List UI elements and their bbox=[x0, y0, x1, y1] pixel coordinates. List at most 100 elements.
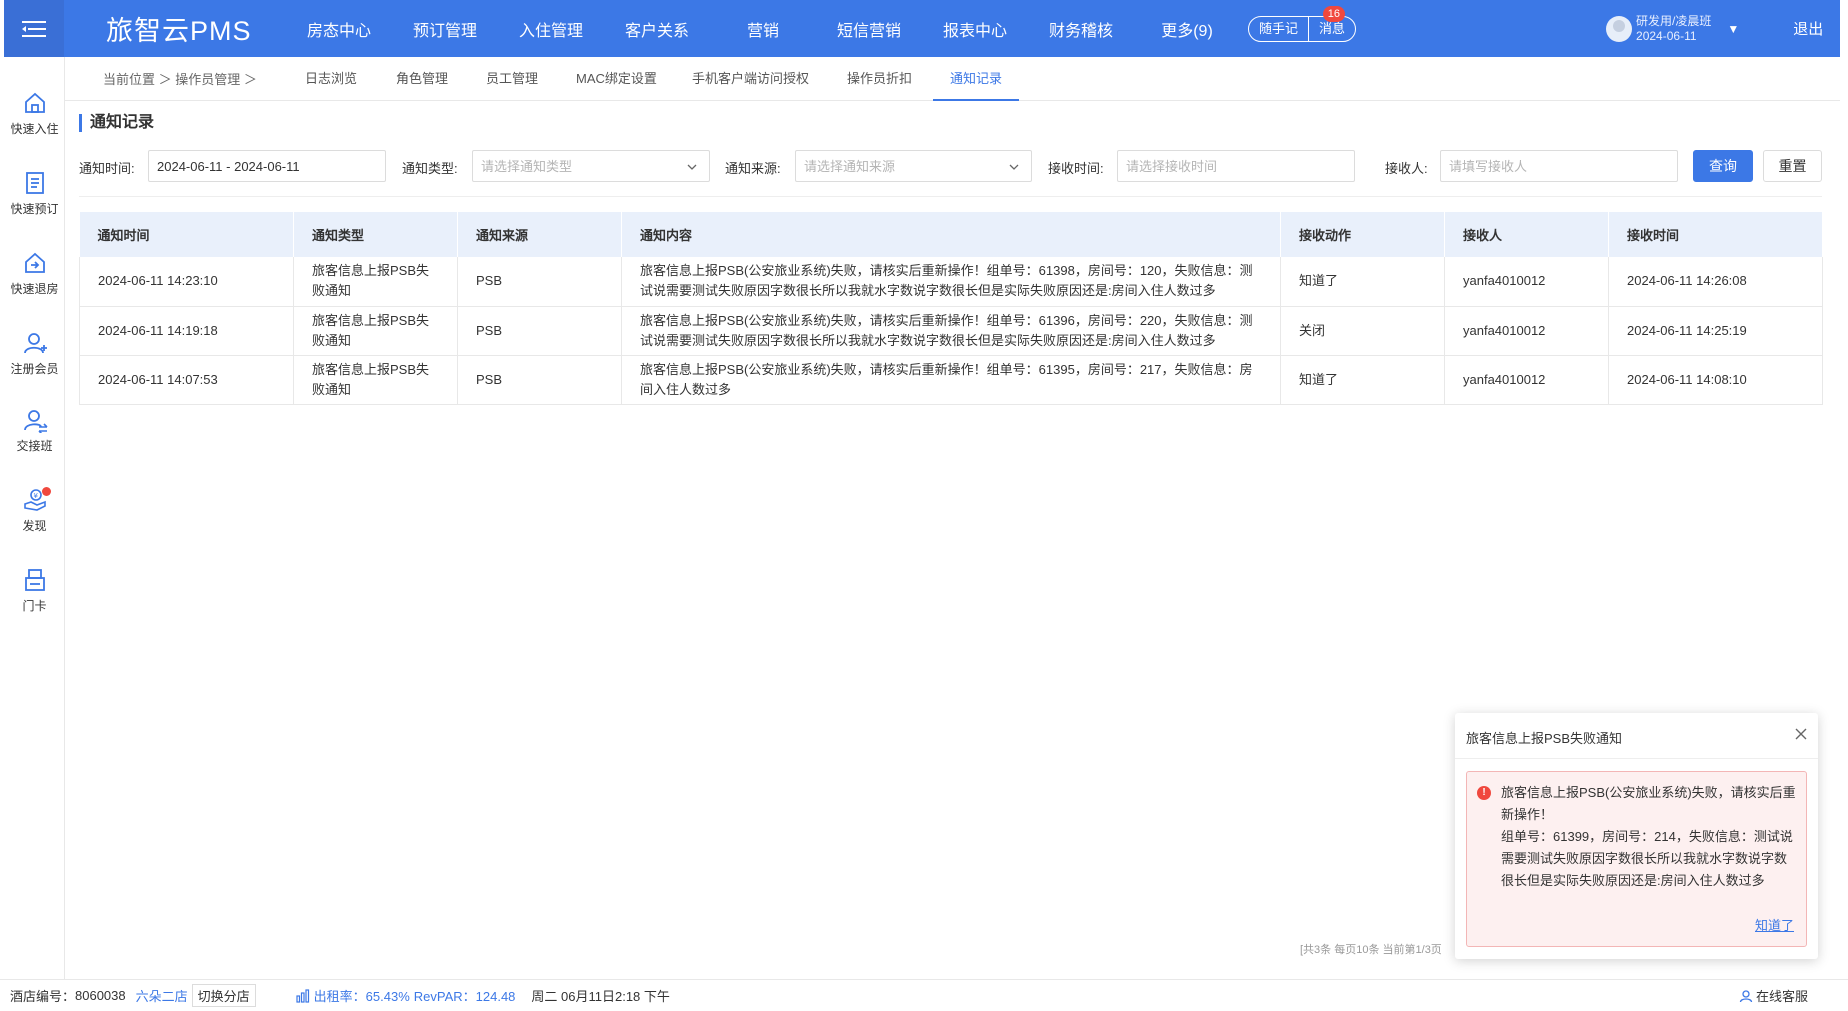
switch-store-button[interactable]: 切换分店 bbox=[191, 984, 256, 1007]
table-header-row: 通知时间 通知类型 通知来源 通知内容 接收动作 接收人 接收时间 bbox=[79, 212, 1823, 257]
chevron-down-icon bbox=[687, 164, 697, 170]
messages-badge: 16 bbox=[1322, 5, 1346, 22]
cell-notify-source: PSB bbox=[457, 257, 622, 307]
cell-notify-time: 2024-06-11 14:19:18 bbox=[79, 306, 294, 356]
sidebar-item-label: 交接班 bbox=[16, 439, 53, 453]
cell-notify-type: 旅客信息上报PSB失败通知 bbox=[293, 257, 458, 307]
nav-sms-marketing[interactable]: 短信营销 bbox=[816, 17, 922, 41]
sidebar-item-label: 注册会员 bbox=[10, 362, 59, 376]
table-row[interactable]: 2024-06-11 14:23:10 旅客信息上报PSB失败通知 PSB 旅客… bbox=[79, 257, 1823, 307]
sidebar-item-shift-handover[interactable]: 交接班 bbox=[4, 407, 65, 454]
tab-log-browse[interactable]: 日志浏览 bbox=[305, 57, 357, 101]
notification-popup: 旅客信息上报PSB失败通知 ! 旅客信息上报PSB(公安旅业系统)失败，请核实后… bbox=[1455, 713, 1818, 959]
user-name: 研发用/凌晨班 bbox=[1636, 13, 1712, 28]
caret-down-icon[interactable]: ▼ bbox=[1727, 22, 1739, 36]
tab-notification-records[interactable]: 通知记录 bbox=[933, 57, 1020, 101]
notify-source-select[interactable] bbox=[795, 150, 1032, 182]
sidebar-item-door-card[interactable]: 门卡 bbox=[4, 567, 65, 614]
cell-notify-content: 旅客信息上报PSB(公安旅业系统)失败，请核实后重新操作！组单号：61398，房… bbox=[640, 263, 1253, 299]
reset-button[interactable]: 重置 bbox=[1763, 150, 1822, 182]
receiver-input[interactable] bbox=[1440, 150, 1678, 182]
cell-receiver: yanfa4010012 bbox=[1444, 355, 1609, 405]
nav-crm[interactable]: 客户关系 bbox=[604, 17, 710, 41]
sidebar-item-discover[interactable]: ¥ 发现 bbox=[4, 487, 65, 534]
sidebar-item-quick-checkout[interactable]: 快速退房 bbox=[4, 250, 65, 297]
bar-chart-icon bbox=[296, 988, 309, 1003]
tab-mac-binding[interactable]: MAC绑定设置 bbox=[576, 57, 657, 101]
user-date: 2024-06-11 bbox=[1636, 28, 1697, 43]
col-notify-type: 通知类型 bbox=[293, 212, 458, 257]
tab-role-management[interactable]: 角色管理 bbox=[396, 57, 448, 101]
cell-notify-content: 旅客信息上报PSB(公安旅业系统)失败，请核实后重新操作！组单号：61396，房… bbox=[640, 312, 1253, 348]
notification-body: ! 旅客信息上报PSB(公安旅业系统)失败，请核实后重新操作！ 组单号：6139… bbox=[1466, 771, 1807, 947]
sub-nav: 当前位置 ＞ 操作员管理 ＞ 日志浏览 角色管理 员工管理 MAC绑定设置 手机… bbox=[65, 57, 1840, 101]
sidebar-item-register-member[interactable]: 注册会员 bbox=[4, 330, 65, 377]
user-icon bbox=[1739, 989, 1753, 1002]
filter-divider bbox=[79, 196, 1822, 197]
cell-notify-source: PSB bbox=[457, 306, 622, 356]
receive-time-input[interactable] bbox=[1117, 150, 1355, 182]
discover-dot bbox=[42, 487, 51, 496]
cell-receive-action: 知道了 bbox=[1280, 355, 1445, 405]
cell-notify-type: 旅客信息上报PSB失败通知 bbox=[293, 306, 458, 356]
top-bar: 旅智云PMS 房态中心 预订管理 入住管理 客户关系 营销 短信营销 报表中心 … bbox=[4, 0, 1840, 57]
shift-icon bbox=[23, 410, 48, 433]
acknowledge-link[interactable]: 知道了 bbox=[1755, 915, 1794, 934]
cell-notify-source: PSB bbox=[457, 355, 622, 405]
col-receive-action: 接收动作 bbox=[1280, 212, 1445, 257]
cell-notify-time: 2024-06-11 14:23:10 bbox=[79, 257, 294, 307]
nav-reservation[interactable]: 预订管理 bbox=[392, 17, 498, 41]
cell-receiver: yanfa4010012 bbox=[1444, 257, 1609, 307]
receive-time-label: 接收时间: bbox=[1048, 161, 1104, 176]
tab-staff-management[interactable]: 员工管理 bbox=[486, 57, 538, 101]
notify-source-label: 通知来源: bbox=[725, 161, 781, 176]
quick-actions-pill: 随手记 消息 16 bbox=[1248, 5, 1357, 42]
nav-marketing[interactable]: 营销 bbox=[710, 17, 816, 41]
notify-type-select[interactable] bbox=[472, 150, 710, 182]
notification-table: 通知时间 通知类型 通知来源 通知内容 接收动作 接收人 接收时间 2024-0… bbox=[79, 212, 1823, 405]
member-icon bbox=[23, 333, 47, 354]
notify-time-input[interactable] bbox=[148, 150, 386, 182]
logout-button[interactable]: 退出 bbox=[1793, 18, 1823, 39]
cell-receive-time: 2024-06-11 14:26:08 bbox=[1608, 257, 1823, 307]
error-icon: ! bbox=[1477, 786, 1491, 800]
footer-datetime: 周二 06月11日2:18 下午 bbox=[531, 989, 670, 1004]
tab-operator-discount[interactable]: 操作员折扣 bbox=[847, 57, 912, 101]
nav-room-status[interactable]: 房态中心 bbox=[286, 17, 392, 41]
nav-reports[interactable]: 报表中心 bbox=[922, 17, 1028, 41]
query-button[interactable]: 查询 bbox=[1693, 150, 1753, 182]
col-receive-time: 接收时间 bbox=[1608, 212, 1823, 257]
tab-mobile-access[interactable]: 手机客户端访问授权 bbox=[692, 57, 809, 101]
nav-more[interactable]: 更多(9) bbox=[1134, 17, 1240, 41]
home-icon bbox=[24, 92, 45, 113]
notes-button[interactable]: 随手记 bbox=[1249, 17, 1308, 41]
cell-notify-content-wrap: 旅客信息上报PSB(公安旅业系统)失败，请核实后重新操作！组单号：61398，房… bbox=[621, 257, 1281, 307]
cell-receive-action: 知道了 bbox=[1280, 257, 1445, 307]
notification-message-line1: 旅客信息上报PSB(公安旅业系统)失败，请核实后重新操作！ bbox=[1501, 785, 1796, 822]
cell-notify-time: 2024-06-11 14:07:53 bbox=[79, 355, 294, 405]
main-nav: 房态中心 预订管理 入住管理 客户关系 营销 短信营销 报表中心 财务稽核 更多… bbox=[286, 17, 1240, 41]
online-support-button[interactable]: 在线客服 bbox=[1739, 986, 1808, 1005]
hotel-name[interactable]: 六朵二店 bbox=[136, 986, 188, 1005]
sidebar-item-quick-booking[interactable]: 快速预订 bbox=[4, 170, 65, 217]
sidebar-item-label: 发现 bbox=[22, 519, 47, 533]
col-notify-source: 通知来源 bbox=[457, 212, 622, 257]
table-row[interactable]: 2024-06-11 14:07:53 旅客信息上报PSB失败通知 PSB 旅客… bbox=[79, 355, 1823, 405]
col-notify-content: 通知内容 bbox=[621, 212, 1281, 257]
breadcrumb: 当前位置 ＞ 操作员管理 ＞ bbox=[103, 72, 257, 87]
user-menu[interactable]: 研发用/凌晨班 2024-06-11 ▼ bbox=[1606, 14, 1739, 44]
cell-notify-content-wrap: 旅客信息上报PSB(公安旅业系统)失败，请核实后重新操作！组单号：61395，房… bbox=[621, 355, 1281, 405]
nav-checkin[interactable]: 入住管理 bbox=[498, 17, 604, 41]
nav-finance[interactable]: 财务稽核 bbox=[1028, 17, 1134, 41]
page-title: 通知记录 bbox=[79, 114, 154, 132]
cell-receive-action: 关闭 bbox=[1280, 306, 1445, 356]
pager-summary: [共3条 每页10条 当前第1/3页 bbox=[1300, 944, 1442, 956]
close-icon[interactable] bbox=[1794, 727, 1808, 741]
col-notify-time: 通知时间 bbox=[79, 212, 294, 257]
menu-toggle-button[interactable] bbox=[4, 0, 64, 57]
cell-notify-type: 旅客信息上报PSB失败通知 bbox=[293, 355, 458, 405]
sidebar-item-quick-checkin[interactable]: 快速入住 bbox=[4, 90, 65, 137]
chevron-down-icon bbox=[1009, 164, 1019, 170]
notification-message: 旅客信息上报PSB(公安旅业系统)失败，请核实后重新操作！ 组单号：61399，… bbox=[1501, 782, 1797, 892]
table-row[interactable]: 2024-06-11 14:19:18 旅客信息上报PSB失败通知 PSB 旅客… bbox=[79, 306, 1823, 356]
